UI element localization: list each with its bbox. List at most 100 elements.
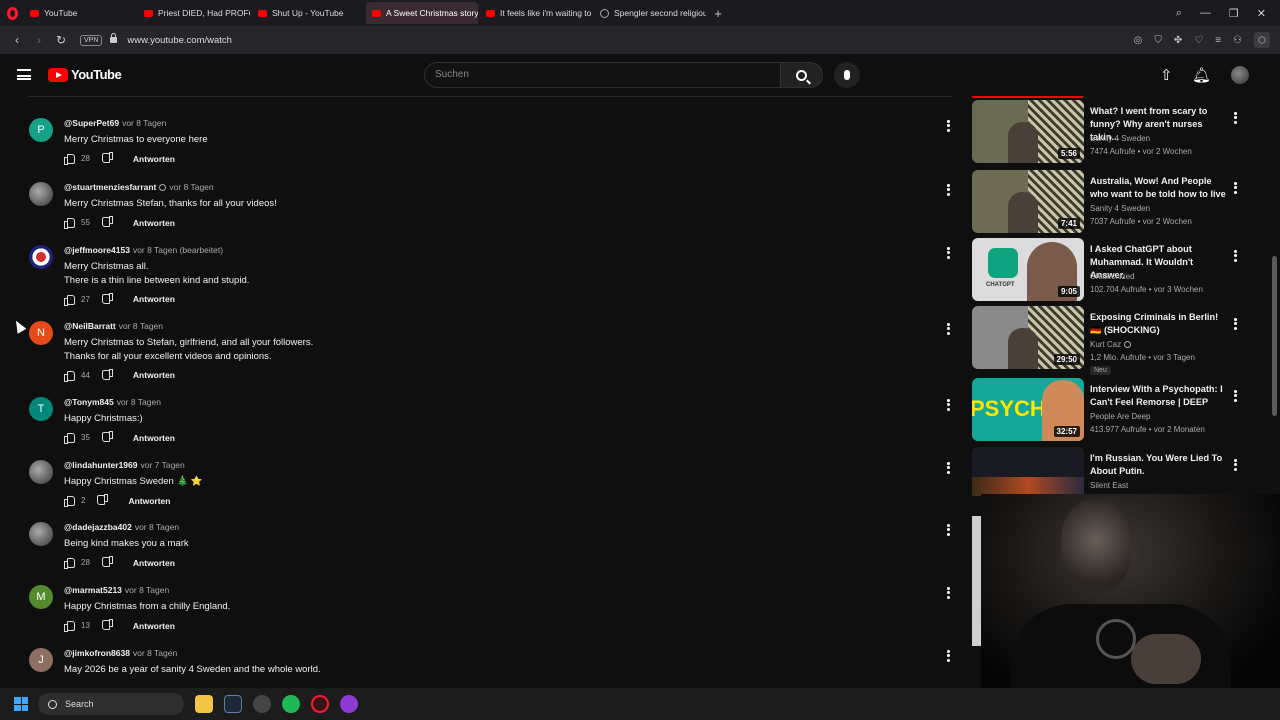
channel-name-text[interactable]: Chatechized bbox=[1090, 272, 1134, 281]
comment-time[interactable]: vor 8 Tagen bbox=[133, 648, 177, 658]
like-icon[interactable] bbox=[64, 370, 75, 382]
comment-time[interactable]: vor 8 Tagen bbox=[117, 397, 161, 407]
like-icon[interactable] bbox=[64, 496, 75, 507]
steam-icon[interactable] bbox=[224, 695, 242, 713]
youtube-logo[interactable]: YouTube bbox=[48, 67, 122, 82]
channel-name[interactable]: Sanity 4 Sweden bbox=[1090, 134, 1150, 143]
like-icon[interactable] bbox=[64, 294, 75, 306]
comment-time[interactable]: vor 8 Tagen bbox=[119, 321, 163, 331]
search-button[interactable] bbox=[780, 62, 823, 88]
browser-tab[interactable]: A Sweet Christmas story a bbox=[366, 2, 478, 24]
camera-icon[interactable]: ◎ bbox=[1134, 35, 1143, 46]
avatar[interactable]: J bbox=[29, 648, 53, 672]
comment-more-icon[interactable] bbox=[946, 321, 950, 336]
comment-author[interactable]: @dadejazzba402 bbox=[64, 522, 132, 532]
video-title[interactable]: Exposing Criminals in Berlin! 🇩🇪 (SHOCKI… bbox=[1090, 311, 1228, 337]
spotify-icon[interactable] bbox=[282, 695, 300, 713]
reload-button[interactable]: ↻ bbox=[50, 33, 72, 47]
dislike-icon[interactable] bbox=[103, 558, 113, 567]
channel-name[interactable]: Silent East bbox=[1090, 481, 1128, 490]
comment-author[interactable]: @Tonym845 bbox=[64, 397, 114, 407]
profile-icon[interactable]: ⚇ bbox=[1233, 35, 1242, 46]
channel-name[interactable]: Kurt Caz bbox=[1090, 340, 1132, 349]
channel-name[interactable]: Sanity 4 Sweden bbox=[1090, 204, 1150, 213]
video-more-icon[interactable] bbox=[1234, 388, 1237, 403]
comment-time[interactable]: vor 8 Tagen (bearbeitet) bbox=[133, 245, 223, 255]
extension-cube-icon[interactable]: ⬡ bbox=[1254, 32, 1270, 48]
comment-author[interactable]: @jeffmoore4153 bbox=[64, 245, 130, 255]
comment-more-icon[interactable] bbox=[946, 460, 950, 475]
dislike-icon[interactable] bbox=[103, 154, 113, 163]
reply-button[interactable]: Antworten bbox=[133, 218, 175, 228]
comment-time[interactable]: vor 8 Tagen bbox=[135, 522, 179, 532]
channel-name-text[interactable]: Silent East bbox=[1090, 481, 1128, 490]
comment-time[interactable]: vor 8 Tagen bbox=[169, 182, 213, 192]
maximize-button[interactable]: ❐ bbox=[1229, 7, 1239, 20]
video-thumbnail[interactable]: 5:56 bbox=[972, 100, 1084, 163]
recommended-video[interactable]: 29:50 Exposing Criminals in Berlin! 🇩🇪 (S… bbox=[972, 306, 1272, 375]
comment-time[interactable]: vor 8 Tagen bbox=[122, 118, 166, 128]
reply-button[interactable]: Antworten bbox=[128, 496, 170, 506]
search-tabs-icon[interactable]: ⌕ bbox=[1176, 7, 1182, 20]
menu-icon[interactable]: ≡ bbox=[1215, 35, 1221, 46]
new-tab-button[interactable]: + bbox=[708, 6, 728, 21]
reply-button[interactable]: Antworten bbox=[133, 433, 175, 443]
reply-button[interactable]: Antworten bbox=[133, 621, 175, 631]
reply-button[interactable]: Antworten bbox=[133, 558, 175, 568]
comment-author[interactable]: @lindahunter1969 bbox=[64, 460, 137, 470]
reply-button[interactable]: Antworten bbox=[133, 294, 175, 304]
close-window-button[interactable]: ✕ bbox=[1257, 7, 1266, 20]
channel-name-text[interactable]: Sanity 4 Sweden bbox=[1090, 204, 1150, 213]
video-thumbnail[interactable] bbox=[972, 447, 1084, 496]
video-thumbnail[interactable]: PSYCHO 32:57 bbox=[972, 378, 1084, 441]
reply-button[interactable]: Antworten bbox=[133, 370, 175, 380]
video-title[interactable]: I'm Russian. You Were Lied To About Puti… bbox=[1090, 452, 1228, 478]
like-icon[interactable] bbox=[64, 558, 75, 569]
browser-tab[interactable]: It feels like i'm waiting to bbox=[480, 2, 592, 24]
hamburger-menu-icon[interactable] bbox=[17, 69, 31, 80]
avatar[interactable] bbox=[29, 460, 53, 484]
browser-tab[interactable]: Spengler second religious bbox=[594, 2, 706, 24]
comment-more-icon[interactable] bbox=[946, 397, 950, 412]
notifications-bell-icon[interactable]: 🔔︎ bbox=[1192, 66, 1211, 84]
search-input[interactable]: Suchen bbox=[424, 62, 781, 88]
minimize-button[interactable]: — bbox=[1200, 7, 1211, 19]
comment-author[interactable]: @jimkofron8638 bbox=[64, 648, 130, 658]
recommended-video[interactable]: PSYCHO 32:57 Interview With a Psychopath: … bbox=[972, 378, 1272, 442]
recommended-video[interactable]: CHATGPT 9:05 I Asked ChatGPT about Muhamma… bbox=[972, 238, 1272, 302]
opera-logo-icon[interactable] bbox=[0, 0, 24, 26]
shield-icon[interactable]: ⛉ bbox=[1154, 35, 1162, 46]
recommended-video[interactable]: 5:56 What? I went from scary to funny? Wh… bbox=[972, 100, 1272, 164]
puzzle-icon[interactable]: ✤ bbox=[1174, 35, 1182, 46]
channel-name-text[interactable]: Sanity 4 Sweden bbox=[1090, 134, 1150, 143]
settings-gear-icon[interactable] bbox=[253, 695, 271, 713]
opera-browser-icon[interactable] bbox=[311, 695, 329, 713]
comment-more-icon[interactable] bbox=[946, 182, 950, 197]
account-avatar[interactable] bbox=[1231, 66, 1249, 84]
comment-more-icon[interactable] bbox=[946, 118, 950, 133]
video-more-icon[interactable] bbox=[1234, 110, 1237, 125]
back-button[interactable]: ‹ bbox=[6, 33, 28, 47]
like-icon[interactable] bbox=[64, 433, 75, 444]
comment-author[interactable]: @SuperPet69 bbox=[64, 118, 119, 128]
comment-more-icon[interactable] bbox=[946, 585, 950, 600]
avatar[interactable]: T bbox=[29, 397, 53, 421]
avatar[interactable] bbox=[29, 182, 53, 206]
avatar[interactable] bbox=[29, 245, 53, 269]
upload-icon[interactable]: ⇧ bbox=[1160, 66, 1173, 84]
avatar[interactable]: N bbox=[29, 321, 53, 345]
comment-author[interactable]: @marmat5213 bbox=[64, 585, 122, 595]
comment-more-icon[interactable] bbox=[946, 245, 950, 260]
video-title[interactable]: Australia, Wow! And People who want to b… bbox=[1090, 175, 1228, 201]
page-scrollbar[interactable] bbox=[1272, 96, 1278, 416]
like-icon[interactable] bbox=[64, 154, 75, 165]
video-title[interactable]: Interview With a Psychopath: I Can't Fee… bbox=[1090, 383, 1228, 409]
dislike-icon[interactable] bbox=[103, 621, 113, 630]
channel-name-text[interactable]: Kurt Caz bbox=[1090, 340, 1121, 349]
dislike-icon[interactable] bbox=[98, 496, 108, 505]
url-field[interactable]: www.youtube.com/watch bbox=[127, 35, 232, 46]
browser-tab[interactable]: Priest DIED, Had PROFOU bbox=[138, 2, 250, 24]
video-thumbnail[interactable]: CHATGPT 9:05 bbox=[972, 238, 1084, 301]
browser-tab[interactable]: YouTube bbox=[24, 2, 136, 24]
taskbar-search[interactable]: Search bbox=[38, 693, 184, 715]
